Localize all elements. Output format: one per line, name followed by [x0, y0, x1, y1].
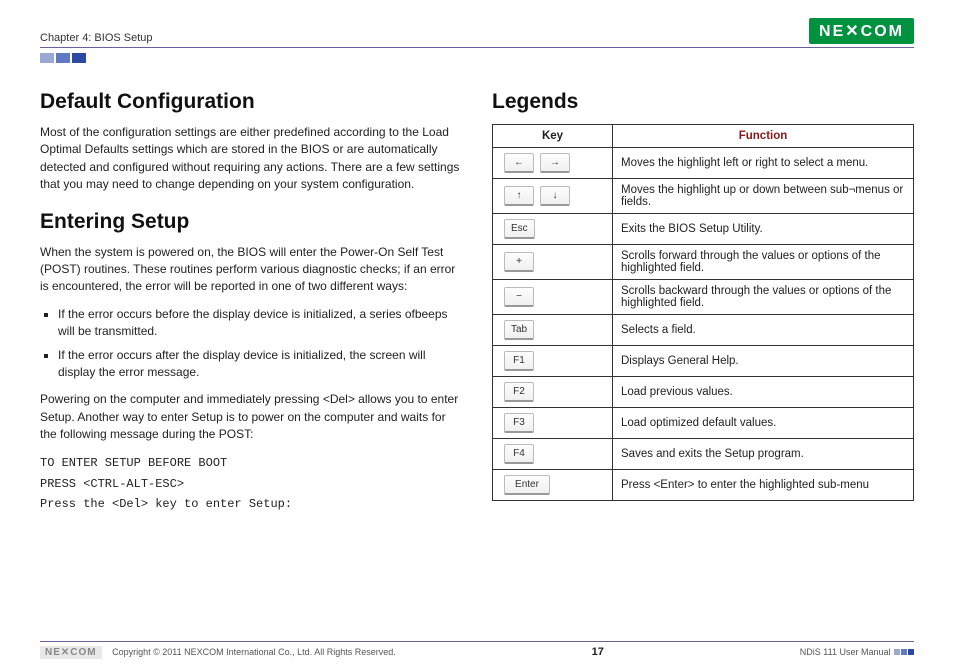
page-number: 17 — [592, 646, 604, 658]
paragraph: Most of the configuration settings are e… — [40, 124, 462, 194]
console-text: TO ENTER SETUP BEFORE BOOT PRESS <CTRL-A… — [40, 453, 462, 514]
key-cell: − — [493, 280, 613, 315]
heading-default-config: Default Configuration — [40, 90, 462, 114]
key-cell: ←→ — [493, 148, 613, 179]
function-cell: Press <Enter> to enter the highlighted s… — [613, 470, 914, 501]
copyright-text: Copyright © 2011 NEXCOM International Co… — [112, 647, 396, 657]
function-cell: Load optimized default values. — [613, 408, 914, 439]
function-cell: Scrolls forward through the values or op… — [613, 245, 914, 280]
keycap-icon: Tab — [504, 320, 534, 340]
decorative-squares — [893, 649, 914, 655]
page-header: Chapter 4: BIOS Setup NE✕COM — [40, 18, 914, 48]
keycap-icon: ↓ — [540, 186, 570, 206]
decorative-tabs — [40, 52, 914, 66]
chapter-label: Chapter 4: BIOS Setup — [40, 32, 153, 44]
keycap-icon: Esc — [504, 219, 535, 239]
key-cell: F1 — [493, 346, 613, 377]
error-list: If the error occurs before the display d… — [58, 306, 462, 382]
function-cell: Displays General Help. — [613, 346, 914, 377]
keycap-icon: ← — [504, 153, 534, 173]
footer-left: NE✕COM Copyright © 2011 NEXCOM Internati… — [40, 647, 396, 658]
right-column: Legends Key Function ←→Moves the highlig… — [492, 90, 914, 515]
keycap-icon: ↑ — [504, 186, 534, 206]
table-row: Esc Exits the BIOS Setup Utility. — [493, 214, 914, 245]
table-row: Enter Press <Enter> to enter the highligh… — [493, 470, 914, 501]
key-cell: F2 — [493, 377, 613, 408]
keycap-icon: F1 — [504, 351, 534, 371]
page-footer: NE✕COM Copyright © 2011 NEXCOM Internati… — [40, 641, 914, 658]
keycap-icon: − — [504, 287, 534, 307]
heading-entering-setup: Entering Setup — [40, 210, 462, 234]
list-item: If the error occurs after the display de… — [58, 347, 462, 382]
keycap-icon: Enter — [504, 475, 550, 495]
function-cell: Exits the BIOS Setup Utility. — [613, 214, 914, 245]
th-function: Function — [613, 125, 914, 148]
keycap-icon: → — [540, 153, 570, 173]
function-cell: Saves and exits the Setup program. — [613, 439, 914, 470]
left-column: Default Configuration Most of the config… — [40, 90, 462, 515]
key-cell: Esc — [493, 214, 613, 245]
th-key: Key — [493, 125, 613, 148]
table-row: + Scrolls forward through the values or o… — [493, 245, 914, 280]
table-row: F1 Displays General Help. — [493, 346, 914, 377]
key-cell: + — [493, 245, 613, 280]
key-cell: ↑↓ — [493, 179, 613, 214]
table-row: F4 Saves and exits the Setup program. — [493, 439, 914, 470]
keycap-icon: F2 — [504, 382, 534, 402]
function-cell: Moves the highlight left or right to sel… — [613, 148, 914, 179]
footer-logo: NE✕COM — [40, 646, 102, 659]
legends-table: Key Function ←→Moves the highlight left … — [492, 124, 914, 501]
manual-name: NDiS 111 User Manual — [800, 647, 891, 657]
paragraph: Powering on the computer and immediately… — [40, 391, 462, 443]
key-cell: Tab — [493, 315, 613, 346]
keycap-icon: + — [504, 252, 534, 272]
function-cell: Load previous values. — [613, 377, 914, 408]
keycap-icon: F3 — [504, 413, 534, 433]
content-columns: Default Configuration Most of the config… — [40, 90, 914, 515]
function-cell: Selects a field. — [613, 315, 914, 346]
list-item: If the error occurs before the display d… — [58, 306, 462, 341]
table-row: − Scrolls backward through the values or … — [493, 280, 914, 315]
table-row: Tab Selects a field. — [493, 315, 914, 346]
table-row: ←→Moves the highlight left or right to s… — [493, 148, 914, 179]
table-row: ↑↓Moves the highlight up or down between… — [493, 179, 914, 214]
brand-logo: NE✕COM — [809, 18, 914, 44]
table-row: F2 Load previous values. — [493, 377, 914, 408]
key-cell: F3 — [493, 408, 613, 439]
key-cell: Enter — [493, 470, 613, 501]
table-row: F3 Load optimized default values. — [493, 408, 914, 439]
keycap-icon: F4 — [504, 444, 534, 464]
heading-legends: Legends — [492, 90, 914, 114]
footer-right: NDiS 111 User Manual — [800, 647, 914, 657]
function-cell: Scrolls backward through the values or o… — [613, 280, 914, 315]
function-cell: Moves the highlight up or down between s… — [613, 179, 914, 214]
paragraph: When the system is powered on, the BIOS … — [40, 244, 462, 296]
key-cell: F4 — [493, 439, 613, 470]
